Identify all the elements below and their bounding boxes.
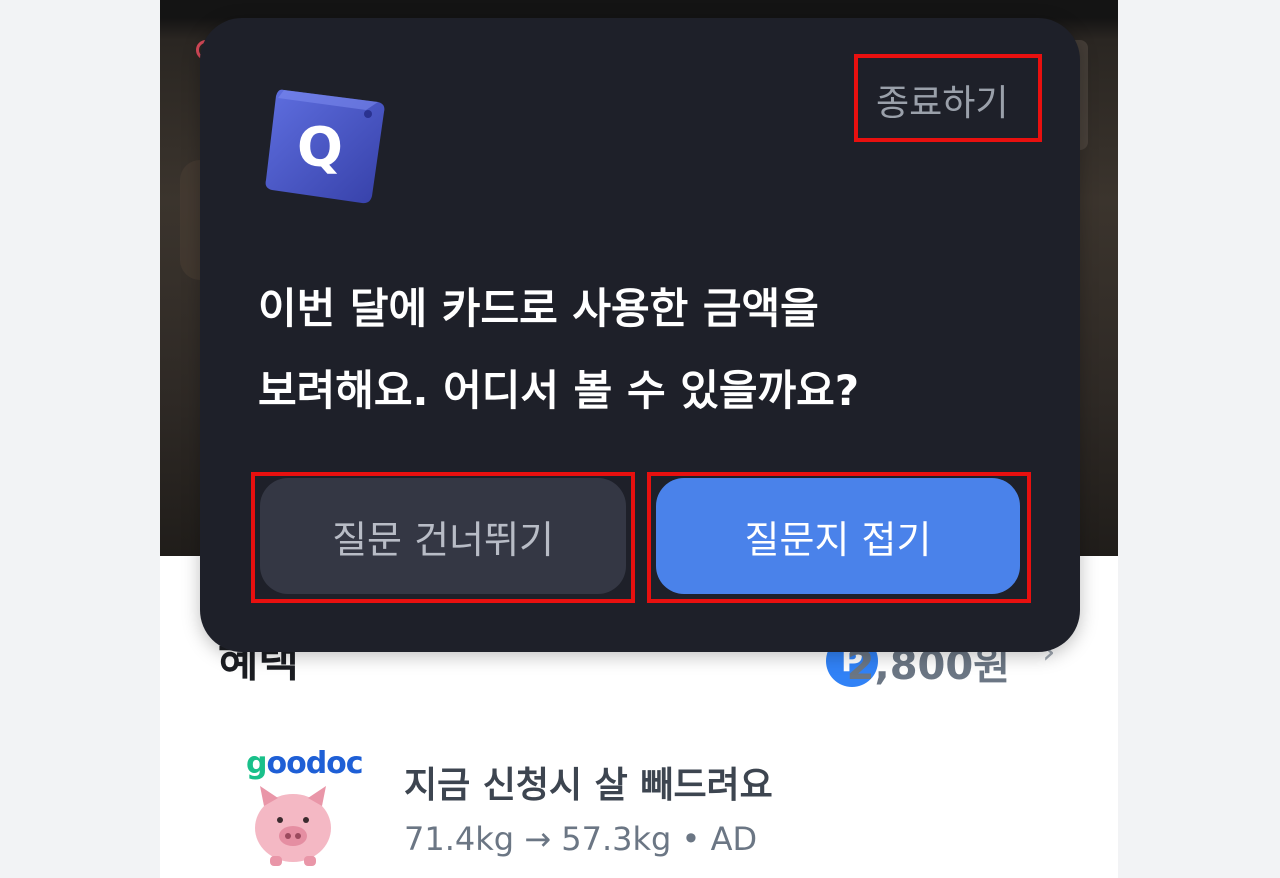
- question-line: 보려해요. 어디서 볼 수 있을까요?: [258, 366, 860, 415]
- question-line: 이번 달에 카드로 사용한 금액을: [258, 284, 819, 333]
- piggy-icon: [255, 786, 331, 866]
- ad-meta: 71.4kg → 57.3kg • AD: [404, 820, 758, 858]
- ad-list-item[interactable]: goodoc 지금 신청시 살 빼드려요 71.4kg → 57.3kg • A…: [218, 742, 1098, 872]
- svg-text:Q: Q: [297, 116, 343, 179]
- ad-thumbnail: goodoc: [218, 742, 364, 872]
- question-text: 이번 달에 카드로 사용한 금액을 보려해요. 어디서 볼 수 있을까요?: [258, 268, 1038, 432]
- fold-questionnaire-button[interactable]: 질문지 접기: [656, 478, 1020, 594]
- skip-question-button[interactable]: 질문 건너뛰기: [260, 478, 626, 594]
- close-button[interactable]: 종료하기: [876, 74, 1008, 126]
- question-dialog: Q 종료하기 이번 달에 카드로 사용한 금액을 보려해요. 어디서 볼 수 있…: [200, 18, 1080, 652]
- ad-title: 지금 신청시 살 빼드려요: [404, 765, 773, 806]
- app-logo-icon: Q: [265, 89, 385, 204]
